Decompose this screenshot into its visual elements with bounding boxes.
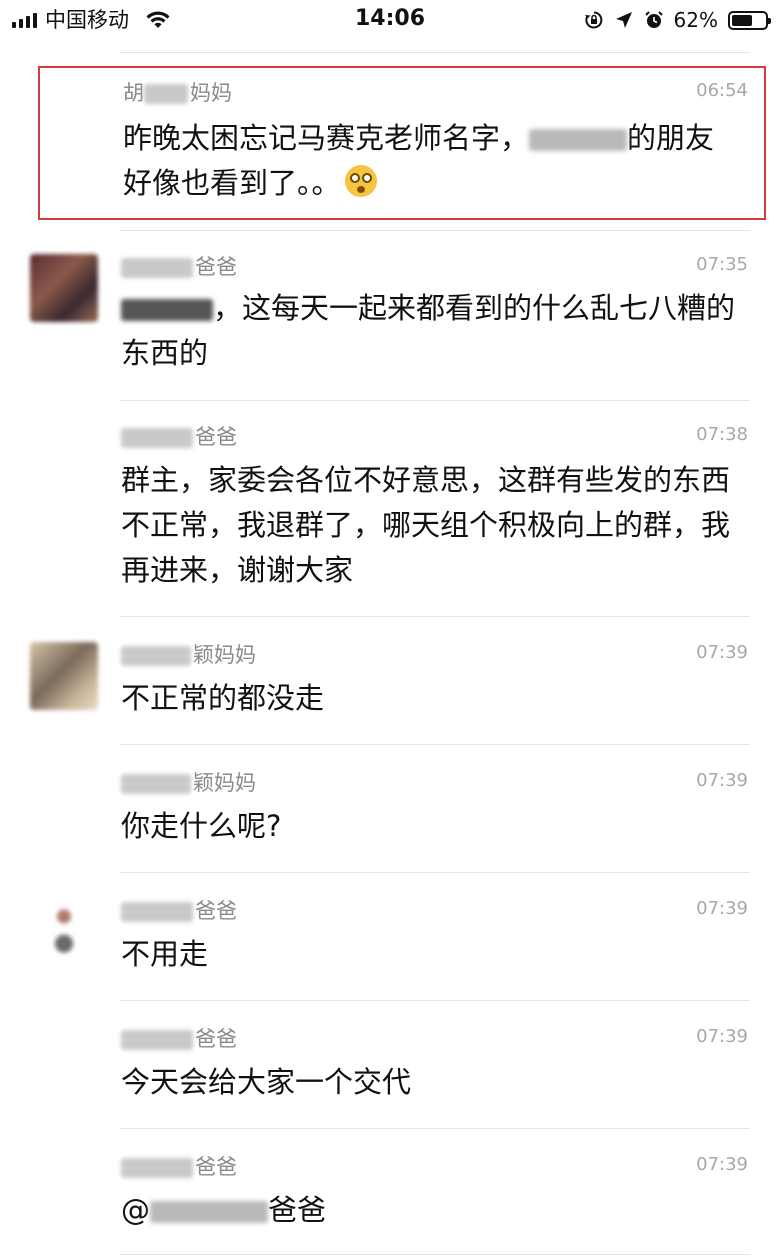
battery-percent: 62% bbox=[673, 8, 718, 32]
message-time: 07:38 bbox=[696, 424, 748, 445]
message-text-part: 昨晚太困忘记马赛克老师名字， bbox=[123, 121, 530, 155]
mention-at-sign: @ bbox=[121, 1193, 150, 1227]
avatar[interactable] bbox=[30, 896, 98, 964]
sender-name-suffix: 颖妈妈 bbox=[193, 643, 256, 667]
sender-name-visible: 胡 bbox=[123, 81, 144, 105]
message-text-part: ，这每天一起来都看到的什么乱七八糟的东西的 bbox=[121, 291, 736, 370]
sender-name-redacted bbox=[121, 1030, 193, 1050]
sender-name: 爸爸 bbox=[121, 422, 237, 452]
redacted-name bbox=[529, 129, 628, 151]
message-text: 群主，家委会各位不好意思，这群有些发的东西不正常，我退群了，哪天组个积极向上的群… bbox=[121, 463, 731, 587]
message-text: 不用走 bbox=[121, 937, 209, 971]
avatar[interactable] bbox=[30, 642, 98, 710]
message-text: 昨晚太困忘记马赛克老师名字， 的朋友好像也看到了。。 bbox=[123, 116, 743, 206]
sender-name: 爸爸 bbox=[121, 1024, 237, 1054]
sender-name: 颖妈妈 bbox=[121, 640, 256, 670]
sender-name: 爸爸 bbox=[121, 896, 237, 926]
redacted-name bbox=[121, 299, 213, 321]
sender-name-redacted bbox=[121, 902, 193, 922]
battery-level-fill bbox=[732, 14, 752, 26]
message-time: 07:39 bbox=[696, 642, 748, 663]
sender-name: 胡 妈妈 bbox=[123, 78, 232, 108]
rotation-lock-icon bbox=[584, 11, 602, 29]
chat-message[interactable]: 颖妈妈 07:39 你走什么呢? bbox=[0, 754, 780, 872]
message-divider bbox=[120, 1128, 750, 1129]
message-time: 07:39 bbox=[696, 770, 748, 791]
chat-message[interactable]: 爸爸 07:39 @ 爸爸 bbox=[0, 1138, 780, 1256]
message-divider bbox=[120, 400, 750, 401]
message-text: @ 爸爸 bbox=[121, 1188, 741, 1233]
message-text-part: 爸爸 bbox=[268, 1193, 327, 1227]
sender-name-suffix: 爸爸 bbox=[195, 425, 237, 449]
status-right: 62% bbox=[584, 7, 771, 33]
message-divider bbox=[120, 230, 750, 231]
message-time: 06:54 bbox=[696, 80, 748, 101]
sender-name-suffix: 爸爸 bbox=[195, 1155, 237, 1179]
message-text: 你走什么呢? bbox=[121, 809, 282, 843]
chat-message[interactable]: 颖妈妈 07:39 不正常的都没走 bbox=[0, 626, 780, 744]
chat-message[interactable]: 爸爸 07:35 ，这每天一起来都看到的什么乱七八糟的东西的 bbox=[0, 240, 780, 400]
chat-message[interactable]: 爸爸 07:39 不用走 bbox=[0, 882, 780, 1000]
sender-name: 爸爸 bbox=[121, 1152, 237, 1182]
sender-name-redacted bbox=[144, 84, 188, 104]
message-time: 07:35 bbox=[696, 254, 748, 275]
sender-name-redacted bbox=[121, 428, 193, 448]
message-divider bbox=[120, 616, 750, 617]
redacted-mention-name bbox=[150, 1201, 268, 1223]
flushed-face-emoji-icon bbox=[344, 165, 377, 197]
sender-name-redacted bbox=[121, 774, 191, 794]
message-text: 今天会给大家一个交代 bbox=[121, 1065, 412, 1099]
message-time: 07:39 bbox=[696, 1026, 748, 1047]
chat-message-list[interactable]: 胡 妈妈 06:54 昨晚太困忘记马赛克老师名字， 的朋友好像也看到了。。 爸爸 0… bbox=[0, 44, 780, 1260]
sender-name-suffix: 妈妈 bbox=[190, 81, 232, 105]
sender-name-redacted bbox=[121, 1158, 193, 1178]
status-bar: 中国移动 14:06 62% bbox=[0, 0, 780, 44]
message-divider bbox=[120, 1254, 750, 1255]
sender-name-suffix: 颖妈妈 bbox=[193, 771, 256, 795]
sender-name-suffix: 爸爸 bbox=[195, 899, 237, 923]
battery-icon bbox=[728, 10, 771, 30]
message-time: 07:39 bbox=[696, 1154, 748, 1175]
message-divider bbox=[120, 872, 750, 873]
sender-name: 爸爸 bbox=[121, 252, 237, 282]
sender-name-suffix: 爸爸 bbox=[195, 1027, 237, 1051]
sender-name-redacted bbox=[121, 646, 191, 666]
chat-message-highlighted[interactable]: 胡 妈妈 06:54 昨晚太困忘记马赛克老师名字， 的朋友好像也看到了。。 bbox=[38, 66, 766, 220]
message-divider bbox=[120, 1000, 750, 1001]
sender-name: 颖妈妈 bbox=[121, 768, 256, 798]
message-divider bbox=[120, 744, 750, 745]
chat-message[interactable]: 爸爸 07:38 群主，家委会各位不好意思，这群有些发的东西不正常，我退群了，哪… bbox=[0, 410, 780, 614]
location-arrow-icon bbox=[615, 12, 632, 28]
message-text: 不正常的都没走 bbox=[121, 681, 325, 715]
sender-name-redacted bbox=[121, 258, 193, 278]
alarm-icon bbox=[644, 11, 663, 28]
message-divider bbox=[120, 52, 750, 53]
chat-message[interactable]: 爸爸 07:39 今天会给大家一个交代 bbox=[0, 1010, 780, 1128]
avatar[interactable] bbox=[30, 254, 98, 322]
message-text: ，这每天一起来都看到的什么乱七八糟的东西的 bbox=[121, 286, 741, 376]
message-time: 07:39 bbox=[696, 898, 748, 919]
sender-name-suffix: 爸爸 bbox=[195, 255, 237, 279]
